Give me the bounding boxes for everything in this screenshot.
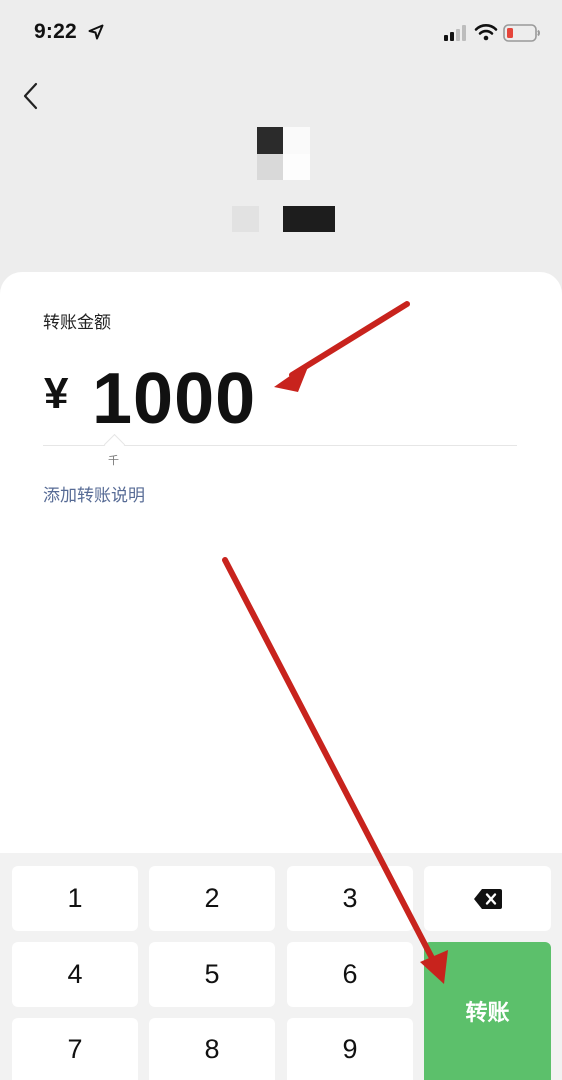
battery-low-icon (503, 24, 540, 42)
add-transfer-note-link[interactable]: 添加转账说明 (43, 481, 145, 506)
key-7[interactable]: 7 (12, 1018, 138, 1080)
wifi-icon (474, 24, 498, 41)
key-5[interactable]: 5 (149, 942, 275, 1007)
recipient-name-redacted (232, 206, 259, 232)
recipient-name-redacted (283, 206, 335, 232)
key-3[interactable]: 3 (287, 866, 413, 931)
backspace-key[interactable] (424, 866, 551, 931)
status-time: 9:22 (34, 20, 77, 43)
key-9[interactable]: 9 (287, 1018, 413, 1080)
transfer-card (0, 272, 562, 872)
currency-symbol: ¥ (44, 369, 69, 418)
key-1[interactable]: 1 (12, 866, 138, 931)
location-arrow-icon (88, 24, 104, 40)
key-2[interactable]: 2 (149, 866, 275, 931)
key-6[interactable]: 6 (287, 942, 413, 1007)
backspace-icon (473, 888, 502, 909)
recipient-avatar (257, 127, 310, 180)
transfer-confirm-button[interactable]: 转账 (424, 942, 551, 1080)
amount-input[interactable]: 1000 (92, 358, 256, 440)
cellular-signal-icon (444, 25, 466, 41)
key-8[interactable]: 8 (149, 1018, 275, 1080)
key-4[interactable]: 4 (12, 942, 138, 1007)
unit-hint: 千 (108, 455, 119, 467)
chevron-left-icon (23, 82, 38, 110)
back-button[interactable] (12, 76, 48, 116)
amount-label: 转账金额 (43, 313, 111, 332)
